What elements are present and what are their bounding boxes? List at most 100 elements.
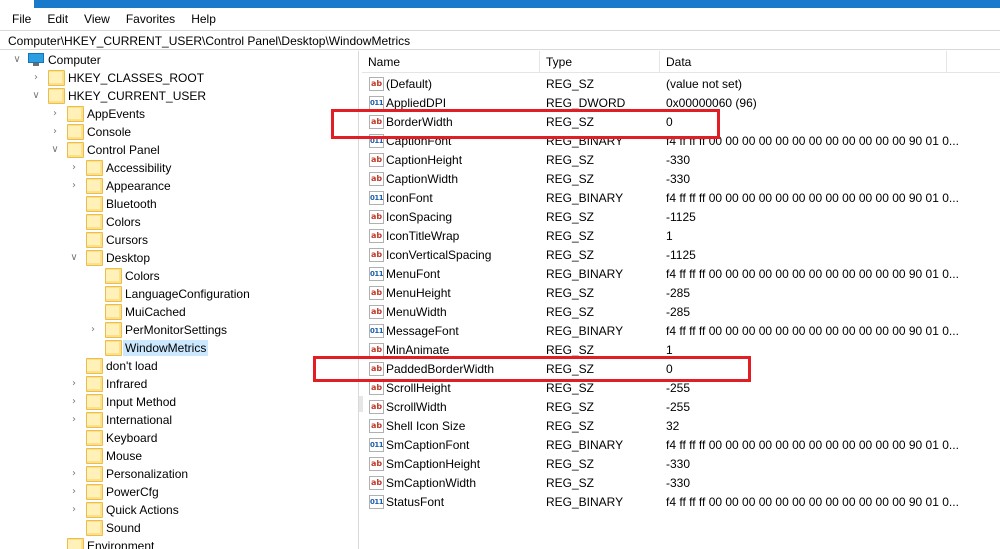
chevron-down-icon[interactable]: ∨ — [50, 144, 60, 156]
value-data: f4 ff ff ff 00 00 00 00 00 00 00 00 00 0… — [666, 495, 959, 509]
chevron-down-icon[interactable]: ∨ — [12, 54, 22, 66]
value-row[interactable]: ab BorderWidth REG_SZ 0 — [362, 113, 1000, 132]
chevron-right-icon[interactable]: › — [88, 324, 98, 336]
tree-item-label: Desktop — [106, 251, 151, 265]
value-row[interactable]: 011 IconFont REG_BINARY f4 ff ff ff 00 00 0… — [362, 189, 1000, 208]
chevron-right-icon[interactable]: › — [69, 486, 79, 498]
value-data: -285 — [666, 305, 691, 319]
folder-icon — [86, 160, 103, 176]
tree-item[interactable]: Colors — [0, 213, 358, 231]
menu-view[interactable]: View — [76, 8, 118, 30]
tree-item[interactable]: Mouse — [0, 447, 358, 465]
chevron-right-icon[interactable]: › — [50, 108, 60, 120]
value-row[interactable]: 011 MessageFont REG_BINARY f4 ff ff ff 00 0… — [362, 322, 1000, 341]
tree-item[interactable]: don't load — [0, 357, 358, 375]
column-header-name[interactable]: Name — [362, 51, 540, 73]
tree-item[interactable]: LanguageConfiguration — [0, 285, 358, 303]
tree-item[interactable]: › Accessibility — [0, 159, 358, 177]
chevron-right-icon[interactable]: › — [69, 396, 79, 408]
key-tree-pane[interactable]: ∨ Computer › HKEY_CLASSES_ROOT ∨ HKEY_CURRENT… — [0, 51, 358, 549]
address-bar[interactable]: Computer\HKEY_CURRENT_USER\Control Panel… — [0, 30, 1000, 50]
tree-item[interactable]: › AppEvents — [0, 105, 358, 123]
string-value-icon: ab — [369, 286, 384, 300]
tree-item[interactable]: › HKEY_CLASSES_ROOT — [0, 69, 358, 87]
value-row[interactable]: 011 CaptionFont REG_BINARY f4 ff ff ff 00 0… — [362, 132, 1000, 151]
chevron-right-icon[interactable]: › — [69, 504, 79, 516]
value-row[interactable]: ab Shell Icon Size REG_SZ 32 — [362, 417, 1000, 436]
value-row[interactable]: ab SmCaptionWidth REG_SZ -330 — [362, 474, 1000, 493]
tree-item[interactable]: Keyboard — [0, 429, 358, 447]
binary-value-icon: 011 — [369, 324, 384, 338]
menu-favorites[interactable]: Favorites — [118, 8, 183, 30]
folder-icon — [48, 70, 65, 86]
value-row[interactable]: ab IconSpacing REG_SZ -1125 — [362, 208, 1000, 227]
value-row[interactable]: ab MinAnimate REG_SZ 1 — [362, 341, 1000, 360]
tree-item[interactable]: ∨ HKEY_CURRENT_USER — [0, 87, 358, 105]
chevron-down-icon[interactable]: ∨ — [69, 252, 79, 264]
value-row[interactable]: ab PaddedBorderWidth REG_SZ 0 — [362, 360, 1000, 379]
tree-item[interactable]: › PowerCfg — [0, 483, 358, 501]
string-value-icon: ab — [369, 77, 384, 91]
chevron-right-icon[interactable]: › — [69, 468, 79, 480]
value-row[interactable]: ab CaptionHeight REG_SZ -330 — [362, 151, 1000, 170]
value-type: REG_SZ — [546, 210, 595, 224]
value-row[interactable]: 011 SmCaptionFont REG_BINARY f4 ff ff ff 00… — [362, 436, 1000, 455]
tree-item[interactable]: MuiCached — [0, 303, 358, 321]
value-data: -330 — [666, 476, 691, 490]
value-type: REG_BINARY — [546, 267, 624, 281]
tree-item[interactable]: › Console — [0, 123, 358, 141]
string-value-icon: ab — [369, 172, 384, 186]
tree-item[interactable]: Sound — [0, 519, 358, 537]
value-row[interactable]: ab IconTitleWrap REG_SZ 1 — [362, 227, 1000, 246]
value-row[interactable]: 011 MenuFont REG_BINARY f4 ff ff ff 00 00 0… — [362, 265, 1000, 284]
string-value-icon: ab — [369, 115, 384, 129]
value-row[interactable]: ab ScrollWidth REG_SZ -255 — [362, 398, 1000, 417]
chevron-right-icon[interactable]: › — [69, 180, 79, 192]
tree-item[interactable]: WindowMetrics — [0, 339, 358, 357]
folder-icon — [86, 448, 103, 464]
string-value-icon: ab — [369, 153, 384, 167]
column-header-data[interactable]: Data — [660, 51, 947, 73]
tree-item[interactable]: › Quick Actions — [0, 501, 358, 519]
value-row[interactable]: ab (Default) REG_SZ (value not set) — [362, 75, 1000, 94]
chevron-right-icon[interactable]: › — [69, 378, 79, 390]
chevron-right-icon[interactable]: › — [69, 162, 79, 174]
menu-edit[interactable]: Edit — [39, 8, 76, 30]
chevron-right-icon[interactable]: › — [69, 414, 79, 426]
tree-item[interactable]: ∨ Computer — [0, 51, 358, 69]
value-row[interactable]: ab SmCaptionHeight REG_SZ -330 — [362, 455, 1000, 474]
tree-item[interactable]: Bluetooth — [0, 195, 358, 213]
value-row[interactable]: ab CaptionWidth REG_SZ -330 — [362, 170, 1000, 189]
chevron-right-icon[interactable]: › — [31, 72, 41, 84]
tree-item[interactable]: › Input Method — [0, 393, 358, 411]
tree-item[interactable]: Environment — [0, 537, 358, 549]
value-data: -285 — [666, 286, 691, 300]
value-type: REG_SZ — [546, 305, 595, 319]
tree-item[interactable]: › Appearance — [0, 177, 358, 195]
value-row[interactable]: ab MenuHeight REG_SZ -285 — [362, 284, 1000, 303]
tree-item[interactable]: Colors — [0, 267, 358, 285]
tree-item[interactable]: ∨ Desktop — [0, 249, 358, 267]
value-row[interactable]: ab MenuWidth REG_SZ -285 — [362, 303, 1000, 322]
menu-file[interactable]: File — [4, 8, 39, 30]
address-path[interactable]: Computer\HKEY_CURRENT_USER\Control Panel… — [8, 33, 410, 49]
tree-item[interactable]: › International — [0, 411, 358, 429]
chevron-down-icon[interactable]: ∨ — [31, 90, 41, 102]
chevron-right-icon[interactable]: › — [50, 126, 60, 138]
menu-help[interactable]: Help — [183, 8, 224, 30]
tree-item[interactable]: › Infrared — [0, 375, 358, 393]
tree-item[interactable]: Cursors — [0, 231, 358, 249]
column-header-type[interactable]: Type — [540, 51, 660, 73]
tree-item-label: Bluetooth — [106, 197, 157, 211]
value-row[interactable]: ab IconVerticalSpacing REG_SZ -1125 — [362, 246, 1000, 265]
value-row[interactable]: 011 AppliedDPI REG_DWORD 0x00000060 (96) — [362, 94, 1000, 113]
value-name: SmCaptionFont — [386, 438, 470, 452]
values-pane[interactable]: Name Type Data ab (Default) REG_SZ (value n… — [362, 51, 1000, 549]
tree-item[interactable]: › PerMonitorSettings — [0, 321, 358, 339]
value-type: REG_SZ — [546, 343, 595, 357]
tree-item[interactable]: ∨ Control Panel — [0, 141, 358, 159]
value-row[interactable]: 011 StatusFont REG_BINARY f4 ff ff ff 00 00… — [362, 493, 1000, 512]
tree-item[interactable]: › Personalization — [0, 465, 358, 483]
value-row[interactable]: ab ScrollHeight REG_SZ -255 — [362, 379, 1000, 398]
value-type: REG_SZ — [546, 248, 595, 262]
